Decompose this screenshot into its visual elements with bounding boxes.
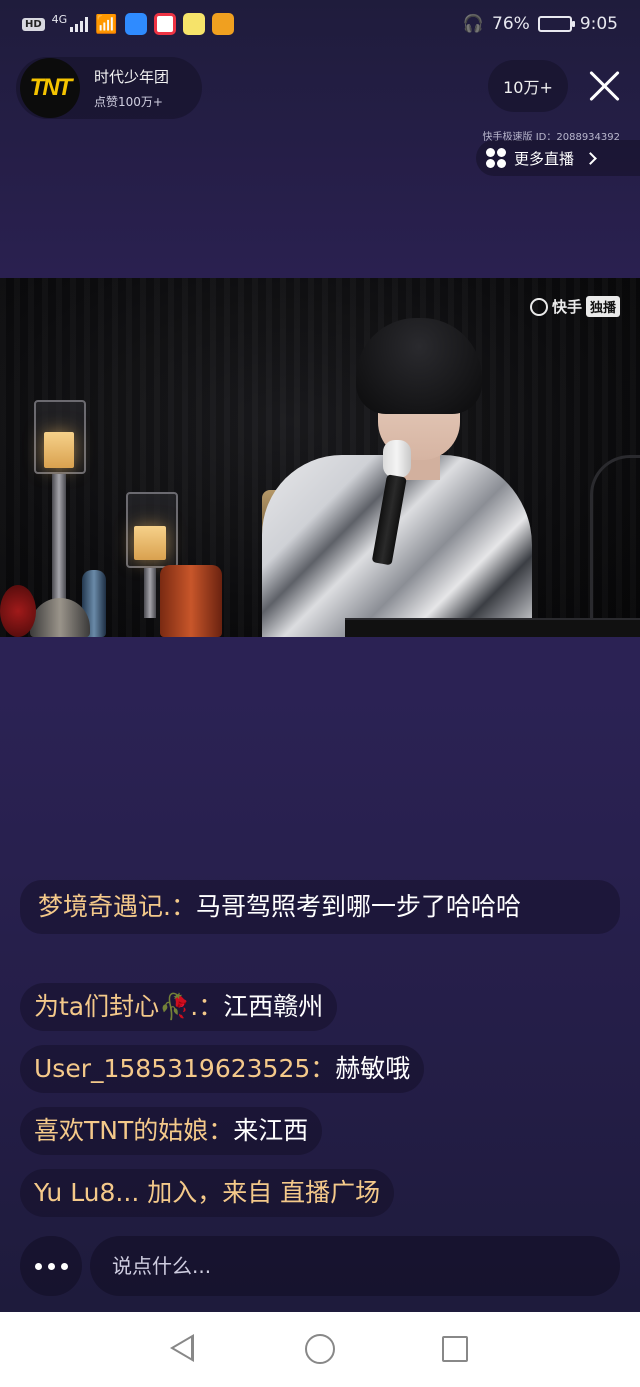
more-live-button[interactable]: 更多直播 bbox=[476, 140, 640, 176]
comment-input[interactable] bbox=[90, 1236, 620, 1296]
piano bbox=[345, 618, 640, 637]
chat-message[interactable]: 梦境奇遇记.：马哥驾照考到哪一步了哈哈哈 bbox=[20, 880, 620, 934]
chat-username[interactable]: 梦境奇遇记.： bbox=[38, 892, 196, 921]
chevron-right-icon bbox=[584, 151, 597, 165]
host-info-pill[interactable]: TNT 时代少年团 点赞100万+ bbox=[16, 57, 202, 119]
system-nav-bar bbox=[0, 1312, 640, 1387]
battery-percent: 76% bbox=[492, 14, 530, 34]
chat-text: 赫敏哦 bbox=[335, 1054, 411, 1083]
network-type: 4G bbox=[51, 13, 68, 26]
more-live-label: 更多直播 bbox=[514, 149, 575, 168]
app-icon-1 bbox=[124, 13, 147, 35]
chat-join-message[interactable]: Yu Lu8... 加入，来自 直播广场 bbox=[20, 1169, 395, 1217]
chat-username[interactable]: 为ta们封心🥀.： bbox=[34, 992, 223, 1021]
host-info: 时代少年团 点赞100万+ bbox=[94, 66, 169, 110]
roses bbox=[0, 585, 36, 637]
chat-message[interactable]: User_1585319623525：赫敏哦 bbox=[20, 1045, 425, 1093]
mic-stand bbox=[590, 455, 640, 625]
chat-message[interactable]: 喜欢TNT的姑娘：来江西 bbox=[20, 1107, 323, 1155]
candle-mid bbox=[134, 526, 166, 560]
chat-username[interactable]: User_1585319623525： bbox=[34, 1054, 335, 1083]
host-name: 时代少年团 bbox=[94, 68, 170, 86]
chat-message[interactable]: 为ta们封心🥀.：江西赣州 bbox=[20, 983, 338, 1031]
kuaishou-logo-icon bbox=[529, 297, 548, 316]
battery-icon bbox=[537, 16, 575, 32]
app-icon-3 bbox=[182, 13, 205, 35]
video-watermark: 快手 独播 bbox=[529, 296, 620, 317]
chat-text: 来江西 bbox=[233, 1116, 309, 1145]
candlestick-mid bbox=[144, 568, 156, 618]
nav-recent-apps-icon[interactable] bbox=[442, 1336, 468, 1362]
status-right: 🎧 76% 9:05 bbox=[463, 14, 618, 34]
candle-left bbox=[44, 432, 74, 468]
nav-back-icon[interactable] bbox=[170, 1334, 194, 1362]
chat-username[interactable]: Yu Lu8... bbox=[34, 1178, 147, 1207]
chat-username[interactable]: 喜欢TNT的姑娘： bbox=[34, 1116, 233, 1145]
app-icon-4 bbox=[211, 13, 234, 35]
host-avatar[interactable]: TNT bbox=[20, 58, 80, 118]
hd-badge: HD bbox=[22, 17, 45, 31]
nav-home-icon[interactable] bbox=[305, 1334, 335, 1364]
host-likes: 点赞100万+ bbox=[94, 95, 163, 109]
grid-icon bbox=[486, 148, 506, 168]
chat-text: 加入，来自 直播广场 bbox=[147, 1178, 381, 1207]
status-bar: HD 4G 📶 🎧 76% 9:05 bbox=[0, 0, 640, 48]
chat-text: 马哥驾照考到哪一步了哈哈哈 bbox=[195, 892, 521, 921]
close-icon[interactable] bbox=[582, 64, 626, 108]
wifi-icon: 📶 bbox=[95, 13, 118, 35]
microphone bbox=[371, 440, 411, 566]
candlestick-left bbox=[52, 474, 66, 600]
chat-text: 江西赣州 bbox=[223, 992, 324, 1021]
viewer-count[interactable]: 10万+ bbox=[488, 60, 568, 112]
watermark-brand: 快手 bbox=[551, 298, 582, 316]
watermark-tag: 独播 bbox=[585, 296, 620, 317]
signal-icon bbox=[70, 16, 89, 32]
headphones-icon: 🎧 bbox=[462, 14, 485, 34]
app-icon-2 bbox=[153, 13, 176, 35]
status-left: HD 4G 📶 bbox=[22, 13, 234, 35]
clock: 9:05 bbox=[579, 14, 618, 34]
bottle-amber bbox=[160, 565, 222, 637]
more-options-button[interactable] bbox=[20, 1236, 82, 1296]
